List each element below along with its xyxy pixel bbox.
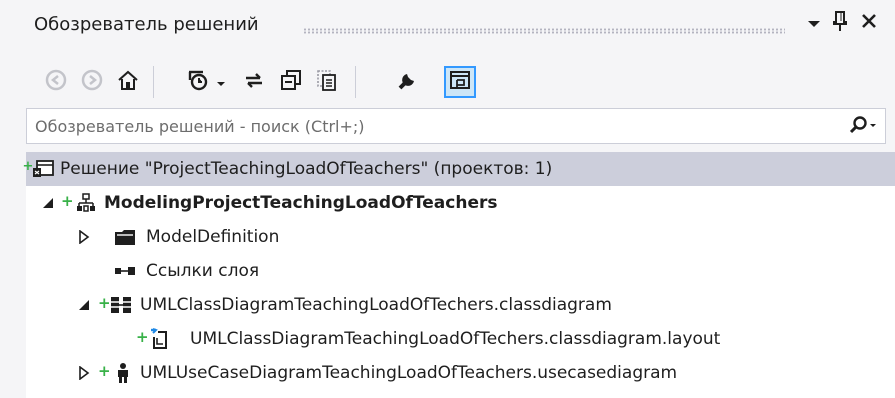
pin-icon xyxy=(832,10,848,36)
class-diagram-icon xyxy=(110,295,132,315)
tree-node-label: UMLClassDiagramTeachingLoadOfTechers.cla… xyxy=(190,329,721,349)
layer-refs-icon xyxy=(114,261,136,281)
collapsed-arrow-icon[interactable] xyxy=(76,364,92,382)
sync-icon xyxy=(242,68,266,96)
properties-icon xyxy=(396,68,420,96)
folder-icon xyxy=(114,227,136,247)
home-button[interactable] xyxy=(112,66,144,98)
search-options-button[interactable] xyxy=(845,115,879,139)
close-button[interactable] xyxy=(856,10,882,36)
sync-with-active-document-button[interactable] xyxy=(238,66,270,98)
forward-button[interactable] xyxy=(76,66,108,98)
tree-node-usecase-diagram[interactable]: + UMLUseCaseDiagramTeachingLoadOfTeacher… xyxy=(26,356,895,390)
tree-node-label: UMLUseCaseDiagramTeachingLoadOfTeachers.… xyxy=(140,363,678,383)
home-icon xyxy=(116,68,140,96)
tree-node-label: Ссылки слоя xyxy=(146,261,260,281)
pending-changes-dropdown[interactable] xyxy=(211,66,231,98)
auto-hide-pin-button[interactable] xyxy=(827,10,853,36)
forward-icon xyxy=(81,69,103,95)
tree-node-class-layout[interactable]: + UMLClassDiagramTeachingLoadOfTechers.c… xyxy=(26,322,895,356)
tree-node-label: ModelDefinition xyxy=(146,227,280,247)
tree-node-class-diagram[interactable]: + UMLClassDiagramTeachingLoadOfTechers.c… xyxy=(26,288,895,322)
properties-button[interactable] xyxy=(392,66,424,98)
solution-explorer-panel: Обозреватель решений Обозреватель решени… xyxy=(0,0,895,398)
title-bar: Обозреватель решений xyxy=(0,0,895,46)
toolbar-separator xyxy=(355,66,356,98)
search-input[interactable]: Обозреватель решений - поиск (Ctrl+;) xyxy=(35,117,365,136)
preview-icon xyxy=(448,68,472,96)
solution-tree: + Решение "ProjectTeachingLoadOfTeachers… xyxy=(23,152,895,398)
expanded-arrow-icon[interactable] xyxy=(76,296,92,314)
collapse-all-button[interactable] xyxy=(275,66,307,98)
close-icon xyxy=(860,12,878,34)
layout-file-icon xyxy=(148,328,170,349)
preview-selected-items-button[interactable] xyxy=(444,66,476,98)
back-button[interactable] xyxy=(40,66,72,98)
source-control-plus-icon: + xyxy=(136,328,149,346)
modeling-project-icon xyxy=(75,193,97,213)
toolbar-separator xyxy=(153,66,154,98)
panel-title: Обозреватель решений xyxy=(34,14,259,35)
pending-changes-icon xyxy=(186,68,210,96)
solution-search-box[interactable]: Обозреватель решений - поиск (Ctrl+;) xyxy=(26,108,886,144)
tree-node-solution[interactable]: + Решение "ProjectTeachingLoadOfTeachers… xyxy=(23,152,895,186)
expanded-arrow-icon[interactable] xyxy=(40,194,56,212)
tree-node-layer-refs[interactable]: Ссылки слоя xyxy=(26,254,895,288)
window-position-dropdown[interactable] xyxy=(801,10,827,36)
tree-node-project[interactable]: + ModelingProjectTeachingLoadOfTeachers xyxy=(26,186,895,220)
usecase-actor-icon xyxy=(112,363,134,383)
tree-node-label: ModelingProjectTeachingLoadOfTeachers xyxy=(104,193,498,213)
dropdown-arrow-icon xyxy=(216,73,226,92)
solution-icon xyxy=(32,159,54,179)
show-all-files-button[interactable] xyxy=(311,66,343,98)
title-grip[interactable] xyxy=(303,28,785,34)
source-control-plus-icon: + xyxy=(98,294,111,312)
back-icon xyxy=(45,69,67,95)
pending-changes-button[interactable] xyxy=(182,66,214,98)
collapse-all-icon xyxy=(279,68,303,96)
source-control-plus-icon: + xyxy=(61,192,74,210)
collapsed-arrow-icon[interactable] xyxy=(76,228,92,246)
tree-node-label: Решение "ProjectTeachingLoadOfTeachers" … xyxy=(60,159,553,179)
dropdown-arrow-icon xyxy=(807,14,821,33)
tree-node-label: UMLClassDiagramTeachingLoadOfTechers.cla… xyxy=(140,295,612,315)
search-icon xyxy=(847,115,877,139)
source-control-plus-icon: + xyxy=(98,362,111,380)
tree-node-model-definition[interactable]: ModelDefinition xyxy=(26,220,895,254)
show-all-files-icon xyxy=(315,68,339,96)
